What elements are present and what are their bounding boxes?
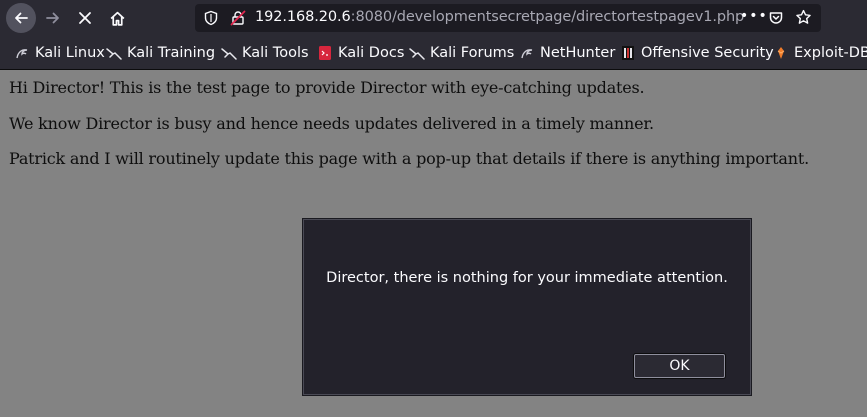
bookmark-kali-tools[interactable]: Kali Tools xyxy=(221,44,309,62)
insecure-lock-icon[interactable] xyxy=(230,10,246,30)
kali-docs-icon xyxy=(317,45,333,61)
bookmark-nethunter[interactable]: NetHunter xyxy=(519,44,615,62)
pocket-icon[interactable] xyxy=(768,10,784,30)
detail-line: Patrick and I will routinely update this… xyxy=(9,149,809,168)
tracking-shield-icon[interactable] xyxy=(204,10,218,30)
bookmark-kali-docs[interactable]: Kali Docs xyxy=(317,44,404,62)
close-icon xyxy=(79,12,91,24)
kali-dragon-icon xyxy=(519,45,535,61)
home-icon xyxy=(110,11,124,26)
bookmark-label: Kali Forums xyxy=(430,45,515,61)
home-button[interactable] xyxy=(102,3,132,33)
bookmark-label: Exploit-DB xyxy=(794,45,867,61)
exploit-db-icon xyxy=(773,45,789,61)
bookmark-label: Kali Tools xyxy=(242,45,309,61)
bookmark-kali-linux[interactable]: Kali Linux xyxy=(14,44,105,62)
arrow-right-icon xyxy=(46,12,59,24)
arrow-left-icon xyxy=(15,12,28,24)
bookmark-kali-forums[interactable]: Kali Forums xyxy=(409,44,514,62)
bookmark-star-icon[interactable] xyxy=(795,9,812,30)
bookmark-label: Kali Linux xyxy=(35,45,105,61)
kali-dragon-icon xyxy=(221,45,237,61)
forward-button[interactable] xyxy=(38,3,68,33)
bookmark-label: Offensive Security xyxy=(641,45,774,61)
url-path: :8080/developmentsecretpage/directortest… xyxy=(350,9,745,25)
back-button[interactable] xyxy=(6,3,36,33)
browser-toolbar: 192.168.20.6:8080/developmentsecretpage/… xyxy=(0,0,867,36)
kali-dragon-icon xyxy=(409,45,425,61)
bookmark-label: NetHunter xyxy=(540,45,616,61)
alert-message: Director, there is nothing for your imme… xyxy=(326,270,728,286)
address-bar[interactable]: 192.168.20.6:8080/developmentsecretpage/… xyxy=(195,4,821,32)
offsec-icon xyxy=(620,45,636,61)
bookmark-kali-training[interactable]: Kali Training xyxy=(106,44,215,62)
stop-button[interactable] xyxy=(70,3,100,33)
alert-dialog: Director, there is nothing for your imme… xyxy=(303,219,751,395)
bookmarks-toolbar: Kali Linux Kali Training Kali Tools Kali… xyxy=(0,36,867,70)
page-actions-menu-icon[interactable]: ••• xyxy=(740,8,768,24)
kali-dragon-icon xyxy=(106,45,122,61)
intro-line: Hi Director! This is the test page to pr… xyxy=(9,78,645,97)
bookmark-label: Kali Training xyxy=(127,45,216,61)
kali-dragon-icon xyxy=(14,45,30,61)
bookmark-exploit-db[interactable]: Exploit-DB xyxy=(773,44,867,62)
url-host: 192.168.20.6 xyxy=(255,9,351,25)
url-text[interactable]: 192.168.20.6:8080/developmentsecretpage/… xyxy=(255,9,744,25)
ok-button[interactable]: OK xyxy=(634,354,725,378)
bookmark-offensive-security[interactable]: Offensive Security xyxy=(620,44,774,62)
info-line: We know Director is busy and hence needs… xyxy=(9,114,654,133)
bookmark-label: Kali Docs xyxy=(338,45,405,61)
